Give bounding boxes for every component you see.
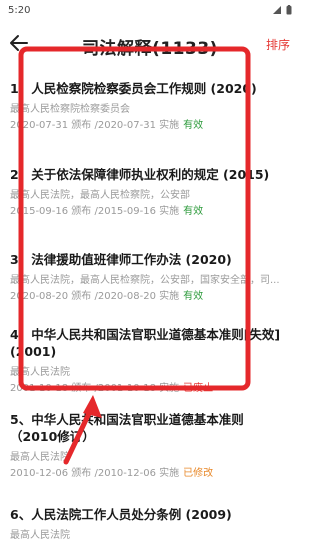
item-title: 6、人民法院工作人员处分条例 (2009) [10,507,232,522]
item-title: 5、中华人民共和国法官职业道德基本准则（2010修订） [10,412,244,444]
page-title: 司法解释(1133) [82,39,218,59]
list-item[interactable]: 1、人民检察院检察委员会工作规则 (2020) 最高人民检察院检察委员会 202… [10,80,290,132]
item-org: 最高人民检察院检察委员会 [10,104,130,115]
item-date-range: 2015-09-16 颁布 /2015-09-16 实施 [10,206,180,217]
item-status: 有效 [183,120,204,131]
item-title: 2、关于依法保障律师执业权利的规定 (2015) [10,167,270,182]
app-bar: 司法解释(1133) 排序 [0,26,300,60]
item-org: 最高人民法院，最高人民检察院，公安部，国家安全部，司... [10,275,280,286]
list-item[interactable]: 4、中华人民共和国法官职业道德基本准则[失效](2001) 最高人民法院 200… [10,326,290,395]
item-status: 已修改 [183,468,214,479]
item-org: 最高人民法院 [10,452,70,463]
item-org: 最高人民法院 [10,367,70,378]
item-date-range: 2010-12-06 颁布 /2010-12-06 实施 [10,468,180,479]
item-title: 4、中华人民共和国法官职业道德基本准则[失效](2001) [10,327,281,359]
item-org: 最高人民法院，最高人民检察院，公安部 [10,190,190,201]
item-dates: 2010-12-06 颁布 /2010-12-06 实施 已修改 [10,467,290,480]
item-date-range: 2020-08-20 颁布 /2020-08-20 实施 [10,291,180,302]
list-item[interactable]: 6、人民法院工作人员处分条例 (2009) 最高人民法院 [10,506,290,542]
item-dates: 2020-07-31 颁布 /2020-07-31 实施 有效 [10,119,290,132]
battery-icon [286,5,292,15]
list-item[interactable]: 2、关于依法保障律师执业权利的规定 (2015) 最高人民法院，最高人民检察院，… [10,166,290,218]
item-dates: 2020-08-20 颁布 /2020-08-20 实施 有效 [10,290,290,303]
item-status: 已废止 [183,383,214,394]
sort-button[interactable]: 排序 [266,36,290,53]
item-dates: 2001-10-18 颁布 /2001-10-18 实施 已废止 [10,382,290,395]
status-bar: 5:20 [0,0,300,24]
item-title: 1、人民检察院检察委员会工作规则 (2020) [10,81,257,96]
item-org: 最高人民法院 [10,530,70,541]
status-time: 5:20 [8,5,31,16]
list-item[interactable]: 3、法律援助值班律师工作办法 (2020) 最高人民法院，最高人民检察院，公安部… [10,251,290,303]
item-date-range: 2020-07-31 颁布 /2020-07-31 实施 [10,120,180,131]
signal-icon [273,6,281,14]
item-status: 有效 [183,291,204,302]
item-dates: 2015-09-16 颁布 /2015-09-16 实施 有效 [10,205,290,218]
item-title: 3、法律援助值班律师工作办法 (2020) [10,252,232,267]
status-icons [272,5,292,15]
item-status: 有效 [183,206,204,217]
item-date-range: 2001-10-18 颁布 /2001-10-18 实施 [10,383,180,394]
list-item[interactable]: 5、中华人民共和国法官职业道德基本准则（2010修订） 最高人民法院 2010-… [10,411,290,480]
